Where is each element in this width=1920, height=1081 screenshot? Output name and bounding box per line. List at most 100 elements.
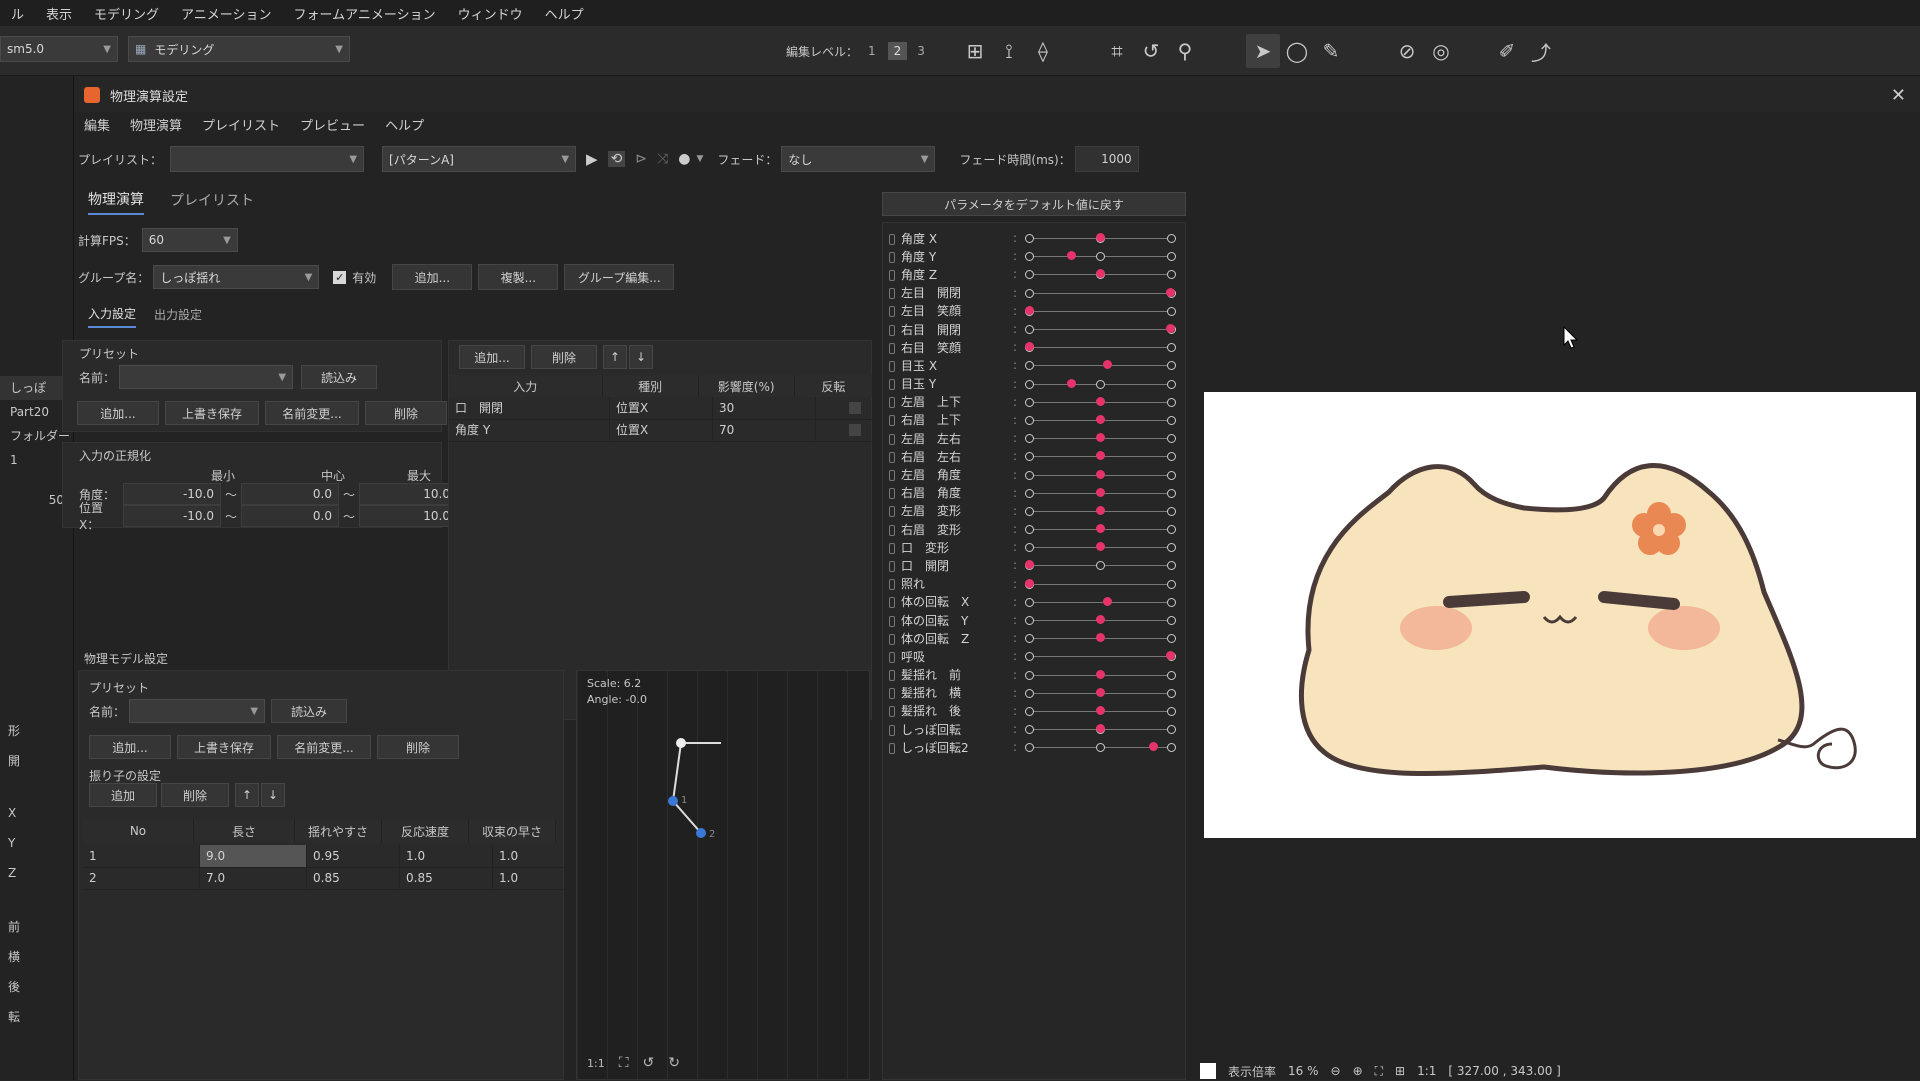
pm-rename-button[interactable]: 名前変更... bbox=[277, 735, 371, 759]
step-icon[interactable]: ⊳ bbox=[635, 151, 647, 167]
param-slider[interactable] bbox=[1025, 250, 1176, 262]
input-cell[interactable]: 口 開閉 bbox=[449, 396, 610, 420]
param-slider[interactable] bbox=[1025, 541, 1176, 553]
param-row[interactable]: 右眉 変形: bbox=[883, 520, 1185, 538]
normalize-max-input[interactable]: 10.0 bbox=[359, 483, 457, 505]
input-add-button[interactable]: 追加... bbox=[459, 345, 525, 369]
normalize-min-input[interactable]: -10.0 bbox=[123, 505, 221, 527]
param-row[interactable]: 左眉 左右: bbox=[883, 429, 1185, 447]
param-slider[interactable] bbox=[1025, 705, 1176, 717]
pm-overwrite-button[interactable]: 上書き保存 bbox=[177, 735, 271, 759]
pendulum-delete-button[interactable]: 削除 bbox=[161, 783, 229, 807]
tab-input-settings[interactable]: 入力設定 bbox=[88, 301, 137, 328]
zoom-value[interactable]: 16 % bbox=[1288, 1064, 1319, 1078]
record-icon[interactable]: ● bbox=[678, 151, 690, 167]
pendulum-add-button[interactable]: 追加 bbox=[89, 783, 157, 807]
influence-cell[interactable]: 70 bbox=[713, 418, 816, 442]
param-row[interactable]: 角度 Y: bbox=[883, 247, 1185, 265]
param-row[interactable]: 左眉 上下: bbox=[883, 393, 1185, 411]
param-slider[interactable] bbox=[1025, 268, 1176, 280]
table-row[interactable]: 1 9.0 0.95 1.0 1.0 bbox=[83, 844, 586, 868]
model-canvas[interactable] bbox=[1204, 392, 1916, 838]
param-row[interactable]: 角度 Z: bbox=[883, 265, 1185, 283]
slider-handle[interactable] bbox=[1095, 633, 1105, 643]
slider-handle[interactable] bbox=[1095, 469, 1105, 479]
normalize-center-input[interactable]: 0.0 bbox=[241, 483, 339, 505]
warp-tool-icon[interactable]: ⌗ bbox=[1100, 34, 1134, 68]
param-row[interactable]: 呼吸: bbox=[883, 647, 1185, 665]
param-row[interactable]: しっぽ回転2: bbox=[883, 738, 1185, 756]
table-row[interactable]: 口 開閉 位置X 30 bbox=[449, 396, 895, 420]
shuffle-icon[interactable]: ⤨ bbox=[657, 151, 668, 167]
target-icon[interactable]: ◎ bbox=[1424, 34, 1458, 68]
slider-handle[interactable] bbox=[1149, 742, 1159, 752]
pendulum-down-button[interactable]: ↓ bbox=[261, 783, 285, 807]
brush-select-icon[interactable]: ✎ bbox=[1314, 34, 1348, 68]
pen-icon[interactable]: ✐ bbox=[1490, 34, 1524, 68]
close-icon[interactable]: ✕ bbox=[1891, 85, 1906, 106]
slider-handle[interactable] bbox=[1095, 724, 1105, 734]
menu-form-animation[interactable]: フォームアニメーション bbox=[283, 4, 447, 23]
sway-cell[interactable]: 0.85 bbox=[307, 866, 400, 890]
play-icon[interactable]: ▶ bbox=[586, 150, 598, 168]
slider-handle[interactable] bbox=[1095, 269, 1105, 279]
param-row[interactable]: 左眉 角度: bbox=[883, 465, 1185, 483]
deformer-icon[interactable]: ⊞ bbox=[958, 34, 992, 68]
param-row[interactable]: 右目 笑顔: bbox=[883, 338, 1185, 356]
param-row[interactable]: 体の回転 X: bbox=[883, 593, 1185, 611]
preset-delete-button[interactable]: 削除 bbox=[365, 401, 447, 425]
preset-load-button[interactable]: 読込み bbox=[301, 365, 378, 389]
edit-level-2[interactable]: 2 bbox=[887, 42, 908, 60]
length-cell[interactable]: 7.0 bbox=[200, 866, 307, 890]
param-row[interactable]: 口 変形: bbox=[883, 538, 1185, 556]
param-slider[interactable] bbox=[1025, 287, 1176, 299]
tab-playlist[interactable]: プレイリスト bbox=[170, 190, 254, 210]
convergence-cell[interactable]: 1.0 bbox=[493, 866, 586, 890]
transform-icon[interactable]: ⊘ bbox=[1390, 34, 1424, 68]
param-row[interactable]: 髪揺れ 前: bbox=[883, 666, 1185, 684]
slider-handle[interactable] bbox=[1095, 705, 1105, 715]
input-cell[interactable]: 角度 Y bbox=[449, 418, 610, 442]
normalize-min-input[interactable]: -10.0 bbox=[123, 483, 221, 505]
move-down-button[interactable]: ↓ bbox=[629, 345, 653, 369]
group-select[interactable]: しっぽ揺れ ▼ bbox=[153, 265, 320, 289]
param-slider[interactable] bbox=[1025, 650, 1176, 662]
group-add-button[interactable]: 追加... bbox=[392, 264, 473, 290]
table-row[interactable]: 角度 Y 位置X 70 bbox=[449, 418, 895, 442]
slider-handle[interactable] bbox=[1095, 233, 1105, 243]
group-duplicate-button[interactable]: 複製... bbox=[478, 264, 559, 290]
pm-preset-load-button[interactable]: 読込み bbox=[271, 699, 348, 723]
param-slider[interactable] bbox=[1025, 232, 1176, 244]
slider-handle[interactable] bbox=[1102, 596, 1112, 606]
fit-view-icon[interactable]: ⛶ bbox=[1375, 1064, 1383, 1079]
param-slider[interactable] bbox=[1025, 687, 1176, 699]
convergence-cell[interactable]: 1.0 bbox=[493, 844, 586, 868]
tab-output-settings[interactable]: 出力設定 bbox=[154, 306, 202, 323]
menu-view[interactable]: 表示 bbox=[35, 4, 83, 23]
chevron-down-icon[interactable]: ▼ bbox=[696, 154, 703, 164]
type-cell[interactable]: 位置X bbox=[610, 418, 713, 442]
param-slider[interactable] bbox=[1025, 741, 1176, 753]
dmenu-playlist[interactable]: プレイリスト bbox=[192, 115, 290, 134]
pm-preset-select[interactable]: ▼ bbox=[129, 699, 266, 723]
rotate-right-icon[interactable]: ↻ bbox=[668, 1055, 680, 1071]
rotate-left-icon[interactable]: ↺ bbox=[643, 1055, 655, 1071]
param-row[interactable]: 左眉 変形: bbox=[883, 502, 1185, 520]
dmenu-edit[interactable]: 編集 bbox=[74, 115, 120, 134]
slider-handle[interactable] bbox=[1102, 360, 1112, 370]
slider-handle[interactable] bbox=[1095, 524, 1105, 534]
slider-handle[interactable] bbox=[1095, 505, 1105, 515]
slider-handle[interactable] bbox=[1067, 251, 1077, 261]
rotate-tool-icon[interactable]: ↺ bbox=[1134, 34, 1168, 68]
param-row[interactable]: 角度 X: bbox=[883, 229, 1185, 247]
pattern-select[interactable]: [パターンA] ▼ bbox=[382, 146, 577, 172]
param-slider[interactable] bbox=[1025, 378, 1176, 390]
ratio-value[interactable]: 1:1 bbox=[1417, 1064, 1436, 1078]
slider-handle[interactable] bbox=[1095, 451, 1105, 461]
slider-handle[interactable] bbox=[1095, 487, 1105, 497]
auto-mesh-icon[interactable]: ⟠ bbox=[1026, 34, 1060, 68]
influence-cell[interactable]: 30 bbox=[713, 396, 816, 420]
dmenu-preview[interactable]: プレビュー bbox=[290, 115, 375, 134]
color-swatch[interactable] bbox=[1200, 1063, 1216, 1079]
pm-add-button[interactable]: 追加... bbox=[89, 735, 171, 759]
